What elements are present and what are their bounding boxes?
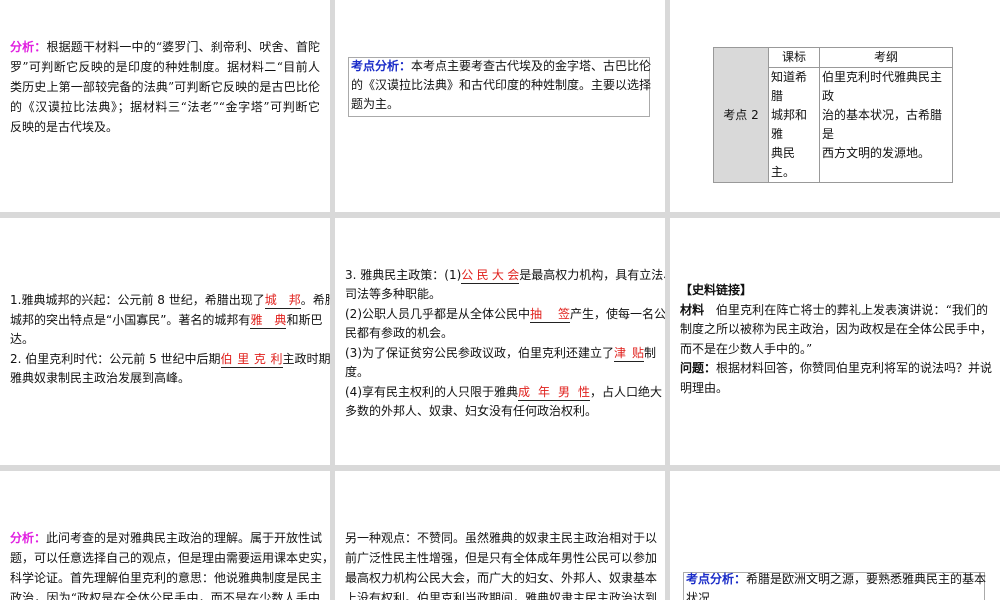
text-line: 题，可以任意选择自己的观点，但是理由需要运用课本史实， [10,551,330,565]
text-line: 类历史上第一部较完备的法典”可判断它反映的是古巴比伦 [10,80,320,94]
slide-3: 考点 2 课标 考纲 知道希腊 城邦和雅 典民主。 伯里克利时代雅典民主政 治的基本状… [670,0,1000,212]
text-line: 而不是在少数人手中的。” [680,342,813,356]
slide-9: 考点分析：希腊是欧洲文明之源，要熟悉雅典民主的基本 状况 [670,471,1000,600]
text-line: 城邦的突出特点是“小国寡民”。著名的城邦有雅典和斯巴 [10,313,323,329]
text-line: 3. 雅典民主政策：(1)公民大会是最高权力机构，具有立法、 [345,268,665,284]
answer-blank: 公民大会 [461,268,520,284]
text-line: 反映的是古代埃及。 [10,120,119,134]
text-line: 最高权力机构公民大会，而广大的妇女、外邦人、奴隶基本 [345,571,658,585]
row-head: 考点 2 [713,47,769,183]
text-line: 的《汉谟拉比法典》；据材料三“法老”“金字塔”可判断它 [10,100,320,114]
text-line: 科学论证。首先理解伯里克利的意思：他说雅典制度是民主 [10,571,323,585]
slide-5: 3. 雅典民主政策：(1)公民大会是最高权力机构，具有立法、 司法等多种职能。 … [335,218,665,465]
text-line: 状况 [686,591,711,600]
text-line: (3)为了保证贫穷公民参政议政，伯里克利还建立了津贴制 [345,346,657,362]
slide-6: 【史料链接】 材料 伯里克利在阵亡将士的葬礼上发表演讲说：“我们的 制度之所以被… [670,218,1000,465]
text-line: 题为主。 [351,97,400,111]
syllabus-table: 考点 2 课标 考纲 知道希腊 城邦和雅 典民主。 伯里克利时代雅典民主政 治的基本状… [713,47,953,183]
curriculum-cell: 知道希腊 城邦和雅 典民主。 [768,67,820,183]
text: 本考点主要考查古代埃及的金字塔、古巴比伦 [411,59,652,73]
text-line: (4)享有民主权利的人只限于雅典成年男性，占人口绝大 [345,385,663,401]
text-line: 材料 伯里克利在阵亡将士的葬礼上发表演讲说：“我们的 [680,303,988,317]
text: 根据题干材料一中的“婆罗门、刹帝利、吠舍、首陀 [46,40,320,54]
text-line: 明理由。 [680,381,729,395]
answer-blank: 伯里克利 [220,352,283,368]
text-line: 罗”可判断它反映的是印度的种姓制度。据材料二“目前人 [10,60,320,74]
slide-8: 另一种观点：不赞同。虽然雅典的奴隶主民主政治相对于以 前广泛性民主性增强，但是只… [335,471,665,600]
answer-blank: 成年男性 [518,385,590,401]
text-line: 分析：此问考查的是对雅典民主政治的理解。属于开放性试 [10,531,323,545]
section-heading: 【史料链接】 [680,283,753,297]
text-line: 考点分析：希腊是欧洲文明之源，要熟悉雅典民主的基本 [686,572,987,586]
text-line: (2)公职人员几乎都是从全体公民中抽签产生，使每一名公 [345,307,665,323]
outline-cell: 伯里克利时代雅典民主政 治的基本状况，古希腊是 西方文明的发源地。 [819,67,953,183]
slide-1: 分析：根据题干材料一中的“婆罗门、刹帝利、吠舍、首陀 罗”可判断它反映的是印度的… [0,0,330,212]
text-line: 问题：根据材料回答，你赞同伯里克利将军的说法吗？并说 [680,361,993,375]
text-line: 制度之所以被称为民主政治，因为政权是在全体公民手中， [680,322,993,336]
answer-blank: 城邦 [264,293,301,309]
answer-blank: 抽签 [530,307,570,323]
analysis-label: 分析： [10,40,47,54]
text-line: 雅典奴隶制民主政治发展到高峰。 [10,371,191,385]
answer-blank: 雅典 [250,313,287,329]
answer-blank: 津贴 [614,346,644,362]
text-line: 另一种观点：不赞同。虽然雅典的奴隶主民主政治相对于以 [345,531,658,545]
text-line: 司法等多种职能。 [345,287,442,301]
col-head-curriculum: 课标 [768,47,820,68]
text-line: 的《汉谟拉比法典》和古代印度的种姓制度。主要以选择 [351,78,652,92]
text-line: 上没有权利。伯里克利当政期间，雅典奴隶主民主政治达到 [345,591,658,600]
text-line: 分析：根据题干材料一中的“婆罗门、刹帝利、吠舍、首陀 [10,37,320,57]
slide-2: 考点分析：本考点主要考查古代埃及的金字塔、古巴比伦 的《汉谟拉比法典》和古代印度… [335,0,665,212]
text-line: 前广泛性民主性增强，但是只有全体成年男性公民可以参加 [345,551,658,565]
text-line: 达。 [10,332,35,346]
text-line: 1.雅典城邦的兴起：公元前 8 世纪，希腊出现了城邦。希腊 [10,293,330,309]
slide-4: 1.雅典城邦的兴起：公元前 8 世纪，希腊出现了城邦。希腊 城邦的突出特点是“小… [0,218,330,465]
text-line: 政治，因为“政权是在全体公民手中，而不是在少数人手中 [10,591,320,600]
text-line: 民都有参政的机会。 [345,326,454,340]
key-point-label: 考点分析： [351,59,412,73]
text-line: 度。 [345,365,370,379]
text-line: 考点分析：本考点主要考查古代埃及的金字塔、古巴比伦 [351,56,651,76]
col-head-outline: 考纲 [819,47,953,68]
text-line: 2. 伯里克利时代：公元前 5 世纪中后期伯里克利主政时期， [10,352,330,368]
text-line: 多数的外邦人、奴隶、妇女没有任何政治权利。 [345,404,598,418]
slide-7: 分析：此问考查的是对雅典民主政治的理解。属于开放性试 题，可以任意选择自己的观点… [0,471,330,600]
